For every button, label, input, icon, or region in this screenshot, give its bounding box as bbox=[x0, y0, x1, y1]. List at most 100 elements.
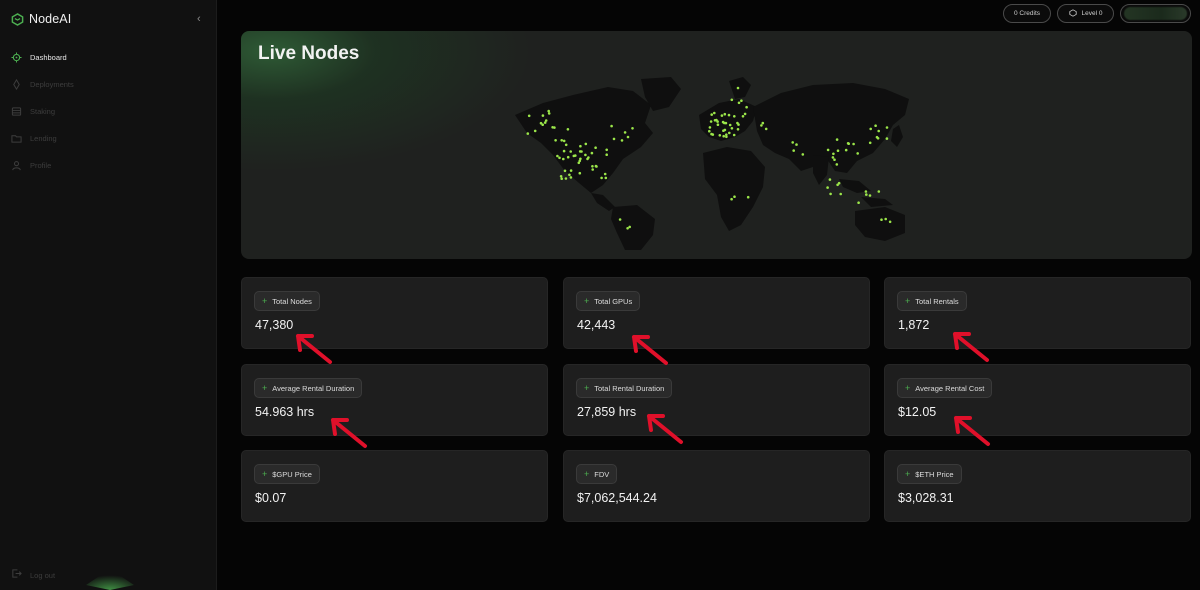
level-label: Level 0 bbox=[1081, 10, 1103, 17]
account-button[interactable] bbox=[1120, 4, 1191, 23]
logout-label: Log out bbox=[30, 570, 56, 580]
stat-chip: + Total Rentals bbox=[897, 291, 967, 311]
node-marker bbox=[743, 112, 747, 116]
node-marker bbox=[746, 195, 750, 199]
node-marker bbox=[835, 163, 839, 166]
node-marker bbox=[709, 120, 713, 123]
node-marker bbox=[736, 128, 740, 131]
node-marker bbox=[792, 149, 795, 152]
node-marker bbox=[594, 164, 598, 168]
node-marker bbox=[620, 139, 624, 142]
node-marker bbox=[713, 111, 716, 115]
node-marker bbox=[569, 150, 572, 153]
node-marker bbox=[558, 156, 561, 160]
node-marker bbox=[865, 193, 868, 196]
logout-icon bbox=[11, 566, 22, 584]
node-marker bbox=[832, 152, 835, 156]
node-marker bbox=[868, 141, 872, 145]
node-marker bbox=[723, 112, 727, 116]
node-marker bbox=[737, 123, 740, 126]
node-marker bbox=[556, 154, 559, 158]
node-marker bbox=[591, 165, 594, 168]
stat-label: Total GPUs bbox=[594, 296, 633, 306]
level-icon bbox=[1068, 8, 1077, 19]
plus-icon: + bbox=[905, 468, 911, 479]
sidebar-item-profile[interactable]: Profile bbox=[0, 152, 217, 179]
node-marker bbox=[761, 121, 765, 125]
sidebar-item-label: Staking bbox=[30, 107, 56, 116]
decorative-glow bbox=[86, 569, 134, 590]
node-marker bbox=[874, 124, 877, 127]
sidebar-item-label: Lending bbox=[30, 134, 57, 143]
sidebar-item-dashboard[interactable]: Dashboard bbox=[0, 44, 217, 71]
node-marker bbox=[563, 169, 567, 173]
node-marker bbox=[716, 120, 719, 123]
stat-card-total-gpus: + Total GPUs 42,443 bbox=[563, 277, 870, 349]
stat-card-fdv: + FDV $7,062,544.24 bbox=[563, 450, 870, 522]
node-marker bbox=[724, 121, 728, 125]
sidebar-item-lending[interactable]: Lending bbox=[0, 125, 217, 152]
node-marker bbox=[584, 142, 588, 146]
stat-card-average-rental-cost: + Average Rental Cost $12.05 bbox=[884, 364, 1191, 436]
stat-chip: + Average Rental Duration bbox=[254, 378, 363, 398]
node-marker bbox=[591, 168, 594, 171]
node-marker bbox=[885, 126, 889, 129]
node-marker bbox=[708, 126, 712, 129]
plus-icon: + bbox=[262, 468, 268, 479]
node-marker bbox=[836, 149, 840, 152]
node-marker bbox=[877, 190, 881, 193]
node-marker bbox=[710, 113, 713, 116]
sidebar-item-deployments[interactable]: Deployments bbox=[0, 71, 217, 98]
stat-value: $3,028.31 bbox=[898, 491, 954, 505]
user-icon bbox=[11, 160, 22, 171]
node-marker bbox=[713, 119, 717, 122]
stat-card-total-rental-duration: + Total Rental Duration 27,859 hrs bbox=[563, 364, 870, 436]
level-button[interactable]: Level 0 bbox=[1057, 4, 1114, 23]
node-marker bbox=[562, 139, 566, 143]
node-marker bbox=[885, 137, 889, 140]
stat-value: 54.963 hrs bbox=[255, 405, 315, 419]
node-marker bbox=[564, 143, 568, 147]
plus-icon: + bbox=[584, 382, 590, 393]
sidebar-item-label: Deployments bbox=[30, 80, 74, 89]
node-marker bbox=[864, 190, 868, 193]
stat-label: Total Rental Duration bbox=[594, 383, 665, 393]
stat-value: $7,062,544.24 bbox=[577, 491, 657, 505]
node-marker bbox=[551, 126, 554, 129]
node-marker bbox=[568, 173, 571, 177]
node-marker bbox=[612, 137, 616, 141]
node-marker bbox=[740, 99, 743, 102]
node-marker bbox=[760, 124, 763, 127]
node-marker bbox=[730, 127, 734, 130]
node-marker bbox=[600, 176, 603, 180]
node-marker bbox=[837, 181, 841, 185]
credits-label: 0 Credits bbox=[1013, 10, 1040, 17]
node-marker bbox=[572, 154, 576, 158]
node-marker bbox=[728, 131, 731, 135]
chevron-left-icon[interactable]: ‹ bbox=[197, 13, 201, 25]
stat-label: FDV bbox=[594, 469, 610, 479]
node-marker bbox=[828, 178, 832, 181]
red-arrow-annotation bbox=[632, 335, 668, 365]
node-marker bbox=[590, 151, 594, 155]
node-marker bbox=[839, 192, 842, 196]
node-marker bbox=[857, 201, 860, 204]
node-marker bbox=[543, 121, 547, 124]
stat-chip: + $ETH Price bbox=[897, 464, 962, 484]
panel-title: Live Nodes bbox=[258, 43, 360, 64]
stat-value: $12.05 bbox=[898, 405, 937, 419]
node-marker bbox=[579, 157, 582, 161]
brand[interactable]: NodeAI bbox=[11, 12, 71, 26]
node-marker bbox=[737, 101, 741, 105]
logout-button[interactable]: Log out bbox=[11, 566, 55, 584]
nodeai-logo-icon bbox=[11, 12, 24, 26]
sidebar-nav: Dashboard Deployments Staking Lending Pr… bbox=[0, 44, 217, 179]
stat-card-average-rental-duration: + Average Rental Duration 54.963 hrs bbox=[241, 364, 548, 436]
credits-button[interactable]: 0 Credits bbox=[1003, 4, 1051, 23]
node-marker bbox=[623, 131, 627, 134]
sidebar-item-staking[interactable]: Staking bbox=[0, 98, 217, 125]
stat-chip: + Average Rental Cost bbox=[897, 378, 993, 398]
node-marker bbox=[835, 138, 839, 141]
stat-card-eth-price: + $ETH Price $3,028.31 bbox=[884, 450, 1191, 522]
stat-label: $ETH Price bbox=[915, 469, 954, 479]
